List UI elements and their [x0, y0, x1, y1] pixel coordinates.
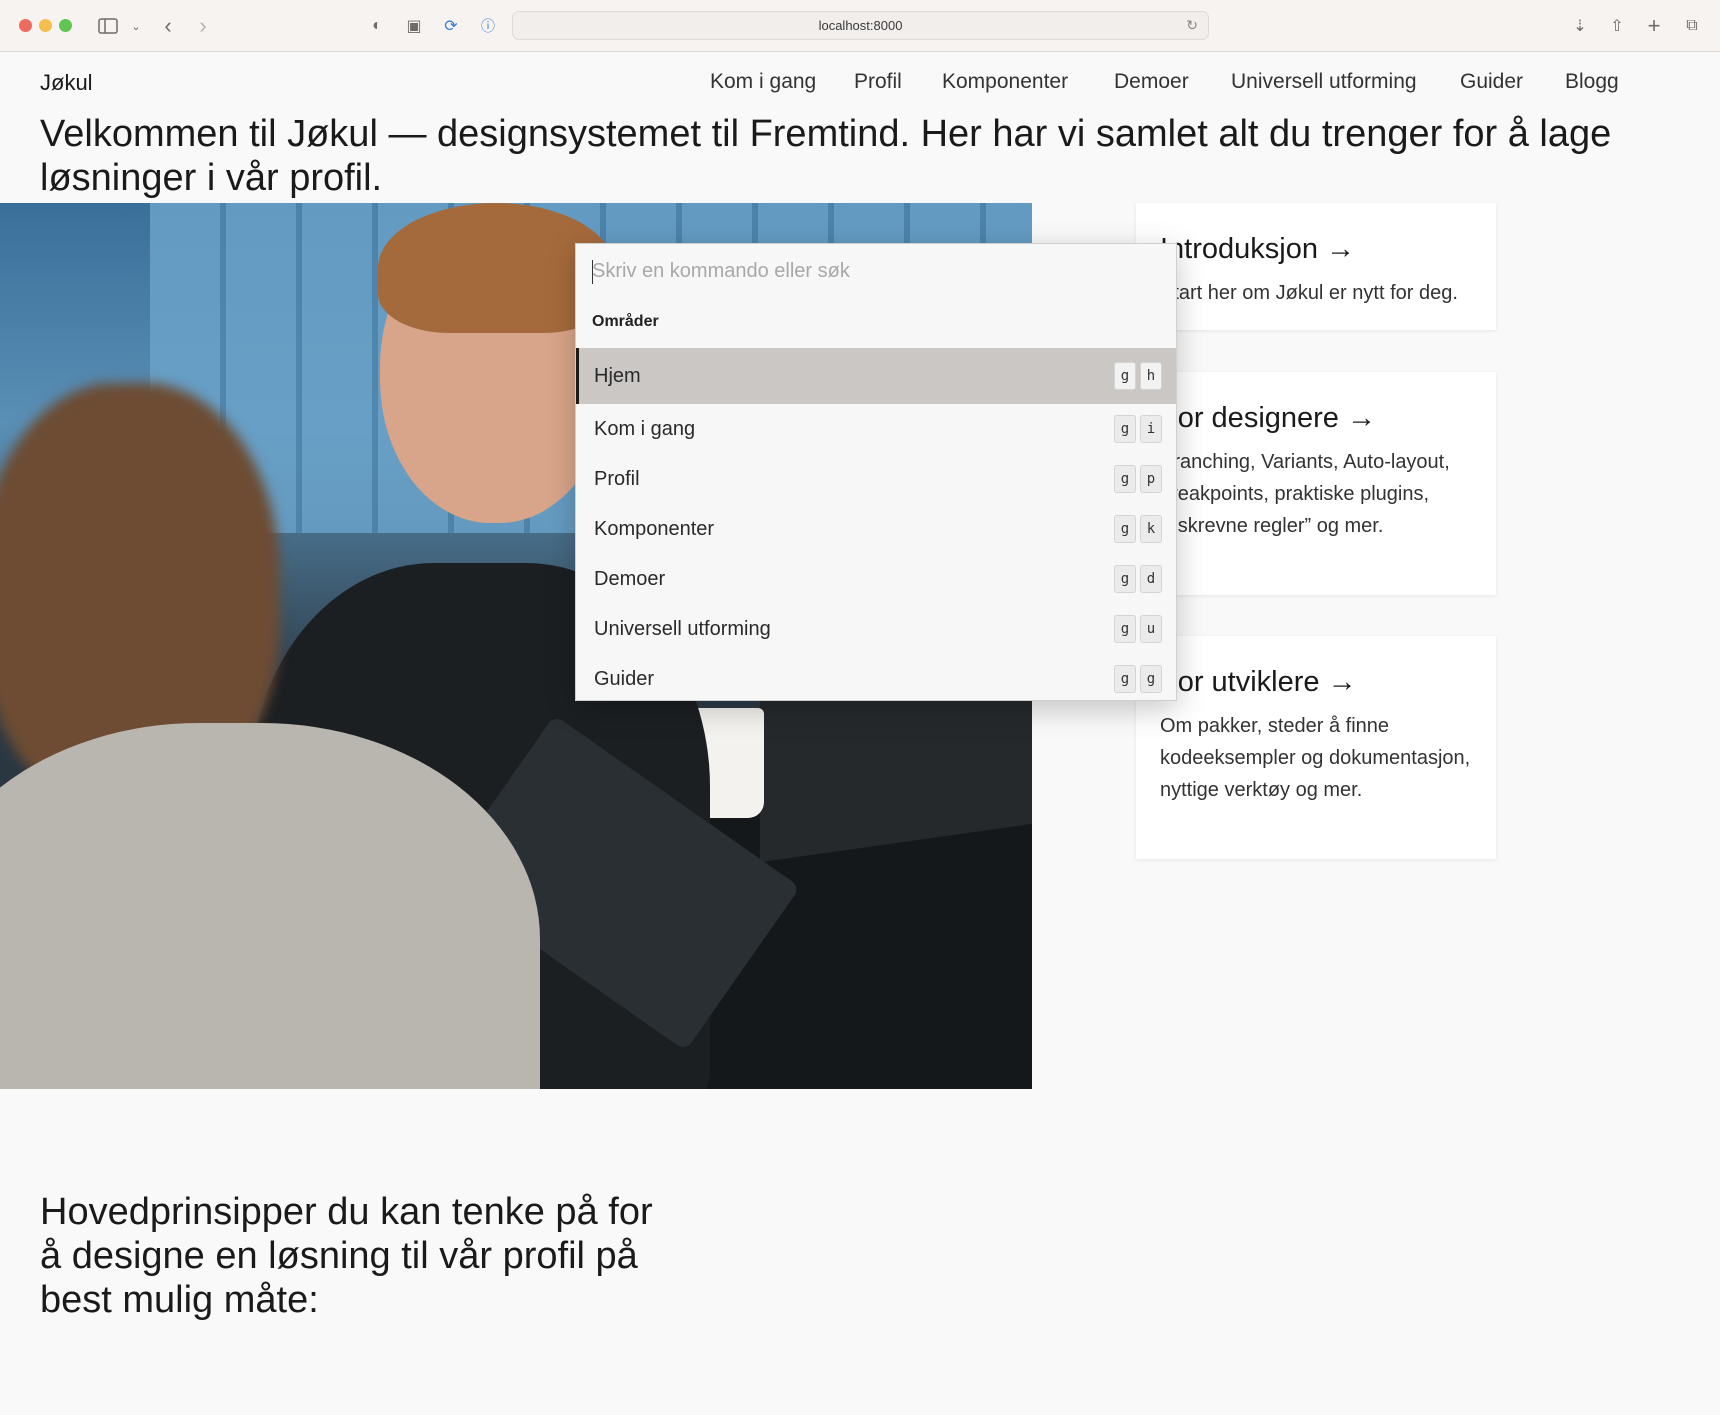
shortcut-key: g — [1114, 565, 1136, 593]
principles-heading: Hovedprinsipper du kan tenke på for å de… — [40, 1191, 653, 1321]
privacy-icon[interactable]: ◐ — [365, 14, 389, 38]
command-palette: Områder Hjem g h Kom i gang g i Profil g… — [575, 243, 1177, 701]
reader-icon[interactable]: ▣ — [402, 14, 426, 38]
chevron-down-icon[interactable]: ⌄ — [124, 14, 148, 38]
password-icon[interactable]: ⓘ — [476, 14, 500, 38]
palette-item-komponenter[interactable]: Komponenter g k — [576, 504, 1176, 554]
palette-section-heading: Områder — [592, 313, 659, 330]
shortcut-key: g — [1140, 665, 1162, 693]
sidebar-icon[interactable] — [96, 14, 120, 38]
shortcut-key: g — [1114, 362, 1136, 390]
shortcut-key: g — [1114, 665, 1136, 693]
palette-list: Hjem g h Kom i gang g i Profil g p Kompo… — [576, 348, 1176, 704]
card-text: Branching, Variants, Auto-layout, breakp… — [1160, 451, 1450, 537]
palette-item-profil[interactable]: Profil g p — [576, 454, 1176, 504]
palette-item-label: Hjem — [594, 364, 641, 387]
palette-item-universell-utforming[interactable]: Universell utforming g u — [576, 604, 1176, 654]
zoom-window-button[interactable] — [59, 19, 72, 32]
card-text: Start her om Jøkul er nytt for deg. — [1160, 282, 1458, 304]
url-text: localhost:8000 — [818, 18, 903, 33]
palette-item-label: Guider — [594, 667, 655, 690]
card-introduksjon[interactable]: Introduksjon → Start her om Jøkul er nyt… — [1136, 203, 1496, 330]
reload-icon[interactable]: ↻ — [1186, 17, 1198, 34]
card-text: Om pakker, steder å finne kodeeksempler … — [1160, 715, 1471, 801]
nav-item-komponenter[interactable]: Komponenter — [942, 70, 1068, 94]
shortcut-keys: g d — [1114, 565, 1162, 593]
shortcut-key: g — [1114, 615, 1136, 643]
shortcut-key: p — [1140, 465, 1162, 493]
download-icon[interactable]: ⇣ — [1568, 14, 1592, 38]
shortcut-key: g — [1114, 515, 1136, 543]
palette-item-label: Demoer — [594, 567, 666, 590]
card-title: Introduksjon → — [1160, 233, 1356, 265]
shortcut-key: d — [1140, 565, 1162, 593]
shortcut-key: i — [1140, 415, 1162, 443]
shortcut-key: k — [1140, 515, 1162, 543]
text-caret — [592, 260, 593, 284]
back-icon[interactable]: ‹ — [156, 13, 180, 38]
card-for-utviklere[interactable]: For utviklere → Om pakker, steder å finn… — [1136, 636, 1496, 859]
palette-item-label: Komponenter — [594, 517, 715, 540]
palette-item-hjem[interactable]: Hjem g h — [576, 348, 1176, 404]
nav-item-guider[interactable]: Guider — [1460, 70, 1523, 94]
forward-icon[interactable]: › — [191, 13, 215, 38]
nav-item-universell-utforming[interactable]: Universell utforming — [1231, 70, 1417, 94]
new-tab-icon[interactable]: + — [1642, 13, 1666, 38]
card-title: For designere → — [1160, 402, 1376, 434]
palette-item-label: Universell utforming — [594, 617, 771, 640]
extension-icon[interactable]: ⟳ — [439, 14, 463, 38]
shortcut-key: g — [1114, 415, 1136, 443]
nav-item-demoer[interactable]: Demoer — [1114, 70, 1189, 94]
address-bar[interactable]: localhost:8000 ↻ — [512, 11, 1209, 40]
shortcut-keys: g u — [1114, 615, 1162, 643]
shortcut-keys: g i — [1114, 415, 1162, 443]
share-icon[interactable]: ⇧ — [1605, 14, 1629, 38]
close-window-button[interactable] — [19, 19, 32, 32]
main-nav: Kom i gang Profil Komponenter Demoer Uni… — [0, 70, 1720, 100]
shortcut-keys: g p — [1114, 465, 1162, 493]
palette-item-label: Profil — [594, 467, 640, 490]
palette-item-kom-i-gang[interactable]: Kom i gang g i — [576, 404, 1176, 454]
card-for-designere[interactable]: For designere → Branching, Variants, Aut… — [1136, 372, 1496, 595]
shortcut-keys: g k — [1114, 515, 1162, 543]
tabs-overview-icon[interactable]: ⧉ — [1680, 14, 1704, 38]
browser-toolbar: ⌄ ‹ › ◐ ▣ ⟳ ⓘ localhost:8000 ↻ ⇣ ⇧ + ⧉ — [0, 0, 1720, 52]
minimize-window-button[interactable] — [39, 19, 52, 32]
nav-item-profil[interactable]: Profil — [854, 70, 902, 94]
hero-title: Velkommen til Jøkul — designsystemet til… — [40, 113, 1612, 199]
nav-item-kom-i-gang[interactable]: Kom i gang — [710, 70, 816, 94]
shortcut-key: u — [1140, 615, 1162, 643]
nav-item-blogg[interactable]: Blogg — [1565, 70, 1619, 94]
palette-item-label: Kom i gang — [594, 417, 696, 440]
shortcut-keys: g g — [1114, 665, 1162, 693]
shortcut-keys: g h — [1114, 362, 1162, 390]
shortcut-key: h — [1140, 362, 1162, 390]
palette-item-demoer[interactable]: Demoer g d — [576, 554, 1176, 604]
shortcut-key: g — [1114, 465, 1136, 493]
card-title: For utviklere → — [1160, 666, 1357, 698]
command-search-input[interactable] — [576, 244, 1176, 298]
palette-item-guider[interactable]: Guider g g — [576, 654, 1176, 704]
